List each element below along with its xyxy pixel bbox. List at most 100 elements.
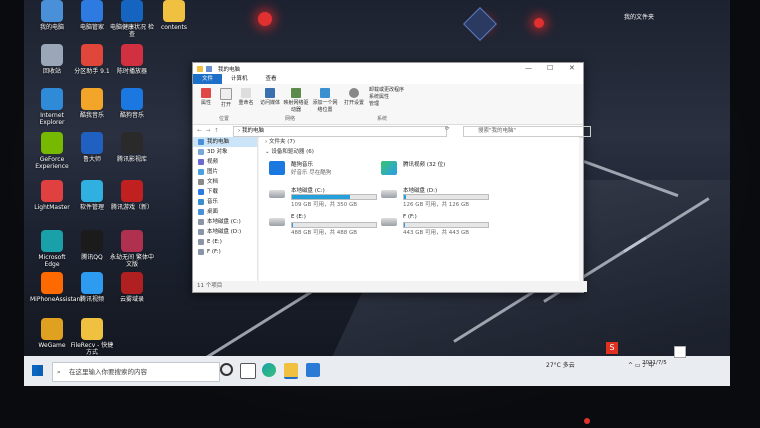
edge-icon[interactable] xyxy=(262,363,276,377)
rename-button[interactable]: 重命名 xyxy=(237,88,255,106)
manage-link[interactable]: 管理 xyxy=(369,101,404,108)
nav-item[interactable]: E (E:) xyxy=(193,237,257,247)
open-settings-button[interactable]: 打开设置 xyxy=(343,88,365,106)
desktop-icon[interactable]: 酷我音乐 xyxy=(70,88,114,119)
tab-file[interactable]: 文件 xyxy=(193,74,223,84)
nav-item-icon xyxy=(198,139,204,145)
drive-name: 本地磁盘 (C:) xyxy=(291,188,325,194)
quick-access-icon[interactable] xyxy=(206,65,212,72)
refresh-icon[interactable]: ⟳ xyxy=(445,126,450,132)
open-button[interactable]: 打开 xyxy=(217,88,235,108)
app-icon xyxy=(81,132,103,154)
desktop-icon[interactable]: GeForce Experience xyxy=(30,132,74,170)
nav-item[interactable]: 下载 xyxy=(193,187,257,197)
file-explorer-taskbar-icon[interactable] xyxy=(284,363,298,379)
forward-arrow-icon[interactable]: → xyxy=(206,128,211,134)
desktop-icon[interactable]: MiPhoneAssistant xyxy=(30,272,83,303)
mail-icon[interactable] xyxy=(306,363,320,377)
address-input[interactable]: › 我的电脑 xyxy=(233,126,447,137)
desktop-icon[interactable]: 永劫无间 繁体中文版 xyxy=(110,230,154,268)
nav-item-label: 本地磁盘 (D:) xyxy=(207,229,242,235)
map-network-drive-button[interactable]: 映射网络驱动器 xyxy=(283,88,309,113)
nav-item-label: 我的电脑 xyxy=(207,139,230,145)
desktop-icon[interactable]: 回收站 xyxy=(30,44,74,75)
desktop-icon[interactable]: 分区助手 9.1 xyxy=(70,44,114,75)
taskbar-search-input[interactable]: ⌕ 在这里输入你要搜索的内容 xyxy=(52,362,220,382)
weather-text[interactable]: 27°C 多云 xyxy=(546,360,575,369)
desktop-icon[interactable]: Internet Explorer xyxy=(30,88,74,126)
group-location: 位置 xyxy=(219,116,230,122)
nav-item[interactable]: 文档 xyxy=(193,177,257,187)
nav-item[interactable]: 视频 xyxy=(193,157,257,167)
group-network: 网络 xyxy=(285,116,296,122)
desktop-icon[interactable]: 鲁大师 xyxy=(70,132,114,163)
desktop-icon-label: 回收站 xyxy=(42,68,61,75)
nav-item[interactable]: 3D 对象 xyxy=(193,147,257,157)
uninstall-program-link[interactable]: 卸载或更改程序 xyxy=(369,87,404,94)
title-bar[interactable]: 我的电脑 — ☐ ✕ xyxy=(193,63,583,74)
add-network-location-button[interactable]: 添加一个网络位置 xyxy=(311,88,339,113)
desktop-icon[interactable]: Microsoft Edge xyxy=(30,230,74,268)
cube-icon[interactable] xyxy=(463,7,497,41)
nav-item[interactable]: 图片 xyxy=(193,167,257,177)
app-kugou[interactable]: 酷狗音乐 好音乐 尽在酷狗 xyxy=(269,159,379,181)
desktop-icon[interactable]: 云雾域录 xyxy=(110,272,154,303)
desktop-icon[interactable]: LightMaster xyxy=(30,180,74,211)
desktop-icon[interactable]: 酷狗音乐 xyxy=(110,88,154,119)
desktop-icon[interactable]: contents xyxy=(152,0,196,31)
drive-item[interactable]: E (E:) 488 GB 可用，共 488 GB xyxy=(269,213,379,236)
cortana-icon[interactable] xyxy=(220,363,233,376)
app-icon xyxy=(163,0,185,22)
input-method-icon[interactable]: S xyxy=(606,342,618,354)
nav-item[interactable]: F (F:) xyxy=(193,247,257,257)
nav-item-label: 图片 xyxy=(207,169,219,175)
drive-item[interactable]: 本地磁盘 (D:) 126 GB 可用，共 126 GB xyxy=(381,185,491,208)
desktop-icon[interactable]: WeGame xyxy=(30,318,74,349)
nav-item-icon xyxy=(198,199,204,205)
drive-item[interactable]: F (F:) 443 GB 可用，共 443 GB xyxy=(381,213,491,236)
desktop-icon[interactable]: 我的电脑 xyxy=(30,0,74,31)
drive-space: 488 GB 可用，共 488 GB xyxy=(291,230,358,236)
nav-item-label: 本地磁盘 (C:) xyxy=(207,219,241,225)
clock-date[interactable]: 2021/7/5 xyxy=(642,360,667,366)
windows-start-icon[interactable] xyxy=(32,365,43,376)
desktop-icon[interactable]: 腾讯影视库 xyxy=(110,132,154,163)
desktop-icon[interactable]: 腾讯游戏（新） xyxy=(110,180,154,211)
drive-icon xyxy=(269,218,285,226)
nav-item-icon xyxy=(198,159,204,165)
back-arrow-icon[interactable]: ← xyxy=(197,128,202,134)
nav-item[interactable]: 音乐 xyxy=(193,197,257,207)
desktop-icon[interactable]: 电脑管家 xyxy=(70,0,114,31)
up-arrow-icon[interactable]: ↑ xyxy=(214,128,219,134)
power-led xyxy=(584,418,590,424)
folders-section-header[interactable]: › 文件夹 (7) xyxy=(259,137,579,147)
nav-item[interactable]: 本地磁盘 (C:) xyxy=(193,217,257,227)
properties-button[interactable]: 属性 xyxy=(197,88,215,106)
task-view-icon[interactable] xyxy=(240,363,256,379)
desktop-icon[interactable]: 陈时播放器 xyxy=(110,44,154,75)
folder-label[interactable]: 我的文件夹 xyxy=(624,12,654,21)
maximize-button[interactable]: ☐ xyxy=(547,64,553,72)
desktop-icon[interactable]: 电脑健康状况 检查 xyxy=(110,0,154,38)
tab-computer[interactable]: 计算机 xyxy=(222,74,257,84)
desktop-icon[interactable]: FileRecv - 快捷方式 xyxy=(70,318,114,356)
desktop-icon[interactable]: 腾讯视频 xyxy=(70,272,114,303)
nav-item[interactable]: 本地磁盘 (D:) xyxy=(193,227,257,237)
system-properties-link[interactable]: 系统属性 xyxy=(369,94,404,101)
nav-item[interactable]: 我的电脑 xyxy=(193,137,257,147)
desktop-icon[interactable]: 软件管理 xyxy=(70,180,114,211)
desktop-icon[interactable]: 腾讯QQ xyxy=(70,230,114,261)
tab-view[interactable]: 查看 xyxy=(257,74,286,84)
close-button[interactable]: ✕ xyxy=(569,64,575,72)
app-tencent-video[interactable]: 腾讯视频 (32 位) xyxy=(381,159,491,181)
search-icon: ⌕ xyxy=(57,368,61,376)
search-input[interactable]: 搜索"我的电脑" xyxy=(463,126,591,137)
devices-section-header[interactable]: ⌄ 设备和驱动器 (6) xyxy=(259,147,579,157)
drive-item[interactable]: 本地磁盘 (C:) 109 GB 可用，共 350 GB xyxy=(269,185,379,208)
access-media-button[interactable]: 访问媒体 xyxy=(259,88,281,106)
clock-time[interactable]: 19:56 xyxy=(648,352,664,358)
file-explorer-window[interactable]: 我的电脑 — ☐ ✕ 文件 计算机 查看 属性 打开 重命名 访问媒体 映射网络… xyxy=(192,62,591,293)
minimize-button[interactable]: — xyxy=(525,64,532,72)
nav-item[interactable]: 桌面 xyxy=(193,207,257,217)
notification-icon[interactable] xyxy=(674,346,686,358)
